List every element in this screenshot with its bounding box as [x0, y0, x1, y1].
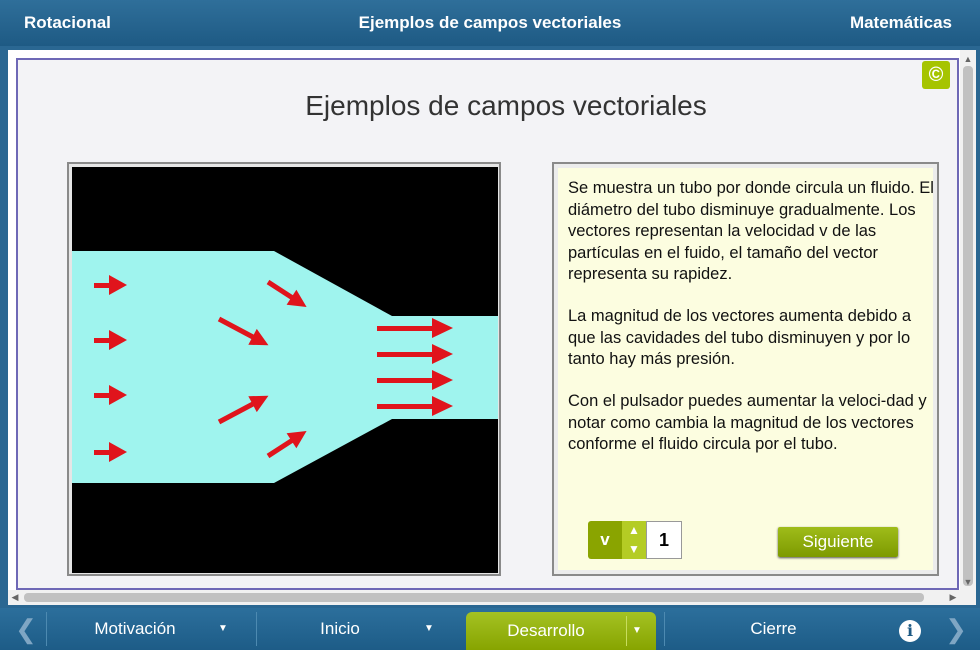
tab-desarrollo[interactable]: Desarrollo ▼ — [466, 612, 656, 650]
horizontal-scroll-thumb[interactable] — [24, 593, 924, 602]
info-icon[interactable]: i — [899, 620, 921, 642]
vertical-scrollbar[interactable]: ▲ ▼ — [960, 50, 976, 605]
chevron-down-icon[interactable]: ▼ — [424, 608, 434, 650]
copyright-icon[interactable]: © — [922, 61, 950, 89]
tab-inicio[interactable]: Inicio — [270, 608, 410, 650]
horizontal-scrollbar[interactable]: ◀ ▶ — [8, 590, 960, 605]
chevron-down-icon[interactable]: ▼ — [632, 612, 642, 650]
top-bar: Rotacional Ejemplos de campos vectoriale… — [0, 0, 980, 46]
decrement-icon[interactable]: ▼ — [622, 540, 646, 559]
lesson-title: Ejemplos de campos vectoriales — [358, 13, 622, 32]
next-arrow-icon[interactable]: ❯ — [936, 608, 976, 650]
page-title: Ejemplos de campos vectoriales — [305, 90, 707, 121]
scroll-left-icon[interactable]: ◀ — [8, 590, 22, 605]
next-button[interactable]: Siguiente — [778, 527, 898, 557]
subject-label: Matemáticas — [849, 13, 952, 32]
increment-icon[interactable]: ▲ — [622, 521, 646, 540]
explanation-paragraph-2: La magnitud de los vectores aumenta debi… — [568, 307, 912, 368]
explanation-panel: Se muestra un tubo por donde circula un … — [552, 162, 939, 576]
tab-motivacion[interactable]: Motivación — [60, 608, 210, 650]
velocity-value[interactable]: 1 — [646, 521, 682, 559]
tab-cierre[interactable]: Cierre — [676, 608, 871, 650]
scroll-down-icon[interactable]: ▼ — [960, 575, 976, 589]
chevron-down-icon[interactable]: ▼ — [218, 608, 228, 650]
scroll-up-icon[interactable]: ▲ — [960, 52, 976, 66]
vertical-scroll-thumb[interactable] — [963, 66, 973, 586]
tab-desarrollo-label: Desarrollo — [507, 621, 585, 640]
explanation-text-area: Se muestra un tubo por donde circula un … — [558, 168, 934, 570]
explanation-paragraph-1: Se muestra un tubo por donde circula un … — [568, 179, 934, 283]
fluid-tube-illustration — [72, 167, 498, 573]
explanation-paragraph-3: Con el pulsador puedes aumentar la veloc… — [568, 392, 927, 453]
velocity-label: v — [588, 521, 622, 559]
vector-field-figure — [67, 162, 501, 576]
velocity-stepper[interactable]: ▲ ▼ — [622, 521, 646, 559]
prev-arrow-icon[interactable]: ❮ — [6, 608, 46, 650]
scroll-right-icon[interactable]: ▶ — [946, 590, 960, 605]
